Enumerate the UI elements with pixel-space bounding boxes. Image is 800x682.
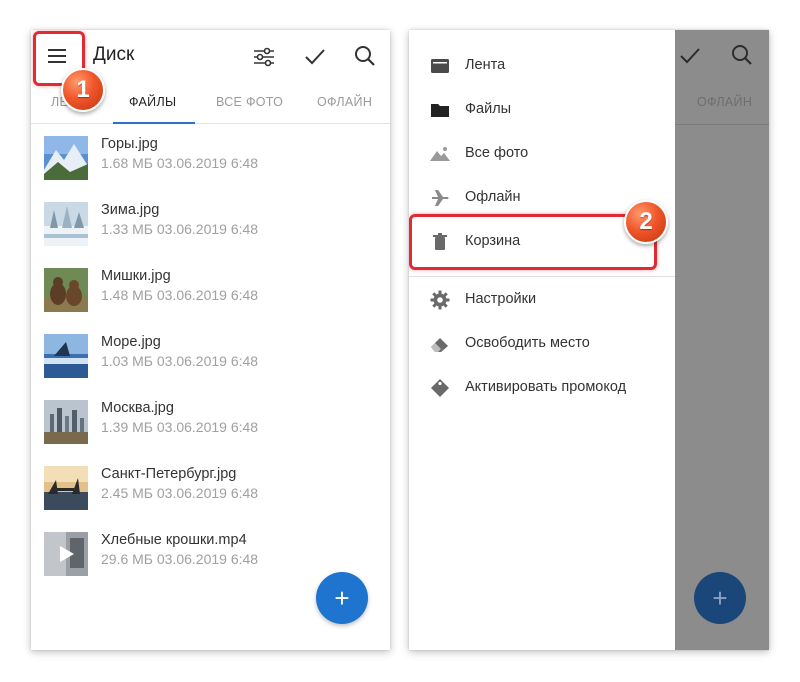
checkmark-icon bbox=[305, 49, 325, 65]
search-icon bbox=[732, 45, 752, 65]
drawer-item-label: Настройки bbox=[465, 291, 537, 307]
sliders-icon bbox=[254, 47, 274, 67]
add-button[interactable]: + bbox=[316, 572, 368, 624]
moscow-thumbnail bbox=[44, 400, 88, 444]
file-meta: 1.48 МБ 03.06.2019 6:48 bbox=[101, 287, 259, 303]
file-name: Москва.jpg bbox=[101, 400, 174, 416]
drawer-item-files[interactable]: Файлы bbox=[409, 88, 675, 132]
feed-icon bbox=[429, 56, 451, 76]
tab-offline[interactable]: ОФЛАЙН bbox=[317, 95, 372, 109]
drawer-item-settings[interactable]: Настройки bbox=[409, 278, 675, 322]
bears-thumbnail bbox=[44, 268, 88, 312]
drawer-item-feed[interactable]: Лента bbox=[409, 44, 675, 88]
file-meta: 2.45 МБ 03.06.2019 6:48 bbox=[101, 485, 259, 501]
eraser-icon bbox=[429, 334, 451, 354]
step-badge-2: 2 bbox=[624, 200, 668, 244]
folder-icon bbox=[429, 100, 451, 120]
drawer-item-free-space[interactable]: Освободить место bbox=[409, 322, 675, 366]
file-meta: 1.39 МБ 03.06.2019 6:48 bbox=[101, 419, 259, 435]
page-title: Диск bbox=[93, 44, 135, 65]
drawer-item-label: Офлайн bbox=[465, 189, 521, 205]
file-name: Санкт-Петербург.jpg bbox=[101, 466, 237, 482]
file-row[interactable]: Море.jpg 1.03 МБ 03.06.2019 6:48 bbox=[31, 332, 390, 392]
tab-files[interactable]: ФАЙЛЫ bbox=[129, 95, 176, 109]
dimmed-select-button bbox=[675, 41, 705, 71]
drawer-item-label: Все фото bbox=[465, 145, 529, 161]
file-name: Горы.jpg bbox=[101, 136, 158, 152]
navigation-drawer-screen: Лента Файлы Все фото Офлайн Корзина Наст… bbox=[409, 30, 769, 650]
search-button[interactable] bbox=[350, 41, 380, 71]
search-icon bbox=[355, 46, 375, 66]
file-name: Мишки.jpg bbox=[101, 268, 171, 284]
file-meta: 1.33 МБ 03.06.2019 6:48 bbox=[101, 221, 259, 237]
sea-thumbnail bbox=[44, 334, 88, 378]
trash-highlight-box bbox=[409, 214, 657, 270]
plus-icon: + bbox=[712, 582, 728, 613]
plus-icon: + bbox=[334, 582, 350, 613]
winter-thumbnail bbox=[44, 202, 88, 246]
airplane-icon bbox=[429, 188, 451, 208]
tag-icon bbox=[429, 378, 451, 398]
dimmed-tab-divider bbox=[675, 124, 769, 125]
gear-icon bbox=[429, 290, 451, 310]
step-badge-1: 1 bbox=[61, 68, 105, 112]
file-row[interactable]: Санкт-Петербург.jpg 2.45 МБ 03.06.2019 6… bbox=[31, 464, 390, 524]
navigation-drawer: Лента Файлы Все фото Офлайн Корзина Наст… bbox=[409, 30, 675, 650]
dimmed-search-button bbox=[727, 40, 757, 70]
dimmed-add-button: + bbox=[694, 572, 746, 624]
drawer-item-label: Активировать промокод bbox=[465, 379, 627, 395]
drawer-item-label: Освободить место bbox=[465, 335, 590, 351]
tab-all-photos[interactable]: ВСЕ ФОТО bbox=[216, 95, 283, 109]
drawer-item-label: Файлы bbox=[465, 101, 512, 117]
filter-button[interactable] bbox=[249, 42, 279, 72]
file-row[interactable]: Горы.jpg 1.68 МБ 03.06.2019 6:48 bbox=[31, 134, 390, 194]
drawer-item-all-photos[interactable]: Все фото bbox=[409, 132, 675, 176]
file-row[interactable]: Мишки.jpg 1.48 МБ 03.06.2019 6:48 bbox=[31, 266, 390, 326]
drawer-item-label: Лента bbox=[465, 57, 506, 73]
mountains-thumbnail bbox=[44, 136, 88, 180]
saint-petersburg-thumbnail bbox=[44, 466, 88, 510]
file-name: Хлебные крошки.mp4 bbox=[101, 532, 247, 548]
file-meta: 29.6 МБ 03.06.2019 6:48 bbox=[101, 551, 259, 567]
select-button[interactable] bbox=[300, 42, 330, 72]
dimmed-app-bar bbox=[675, 30, 769, 82]
checkmark-icon bbox=[680, 48, 700, 64]
file-meta: 1.03 МБ 03.06.2019 6:48 bbox=[101, 353, 259, 369]
drawer-scrim[interactable]: ОФЛАЙН + bbox=[675, 30, 769, 650]
dimmed-tab-offline: ОФЛАЙН bbox=[697, 95, 753, 109]
file-row[interactable]: Зима.jpg 1.33 МБ 03.06.2019 6:48 bbox=[31, 200, 390, 260]
video-thumbnail bbox=[44, 532, 88, 576]
files-screen: Диск ЛЕ ФАЙЛЫ ВСЕ ФОТО ОФЛАЙН Горы.jpg 1… bbox=[31, 30, 390, 650]
drawer-divider bbox=[409, 276, 675, 277]
drawer-item-promo[interactable]: Активировать промокод bbox=[409, 366, 675, 410]
file-name: Море.jpg bbox=[101, 334, 161, 350]
file-meta: 1.68 МБ 03.06.2019 6:48 bbox=[101, 155, 259, 171]
photos-icon bbox=[429, 144, 451, 164]
file-row[interactable]: Москва.jpg 1.39 МБ 03.06.2019 6:48 bbox=[31, 398, 390, 458]
file-name: Зима.jpg bbox=[101, 202, 160, 218]
active-tab-indicator bbox=[113, 122, 195, 124]
